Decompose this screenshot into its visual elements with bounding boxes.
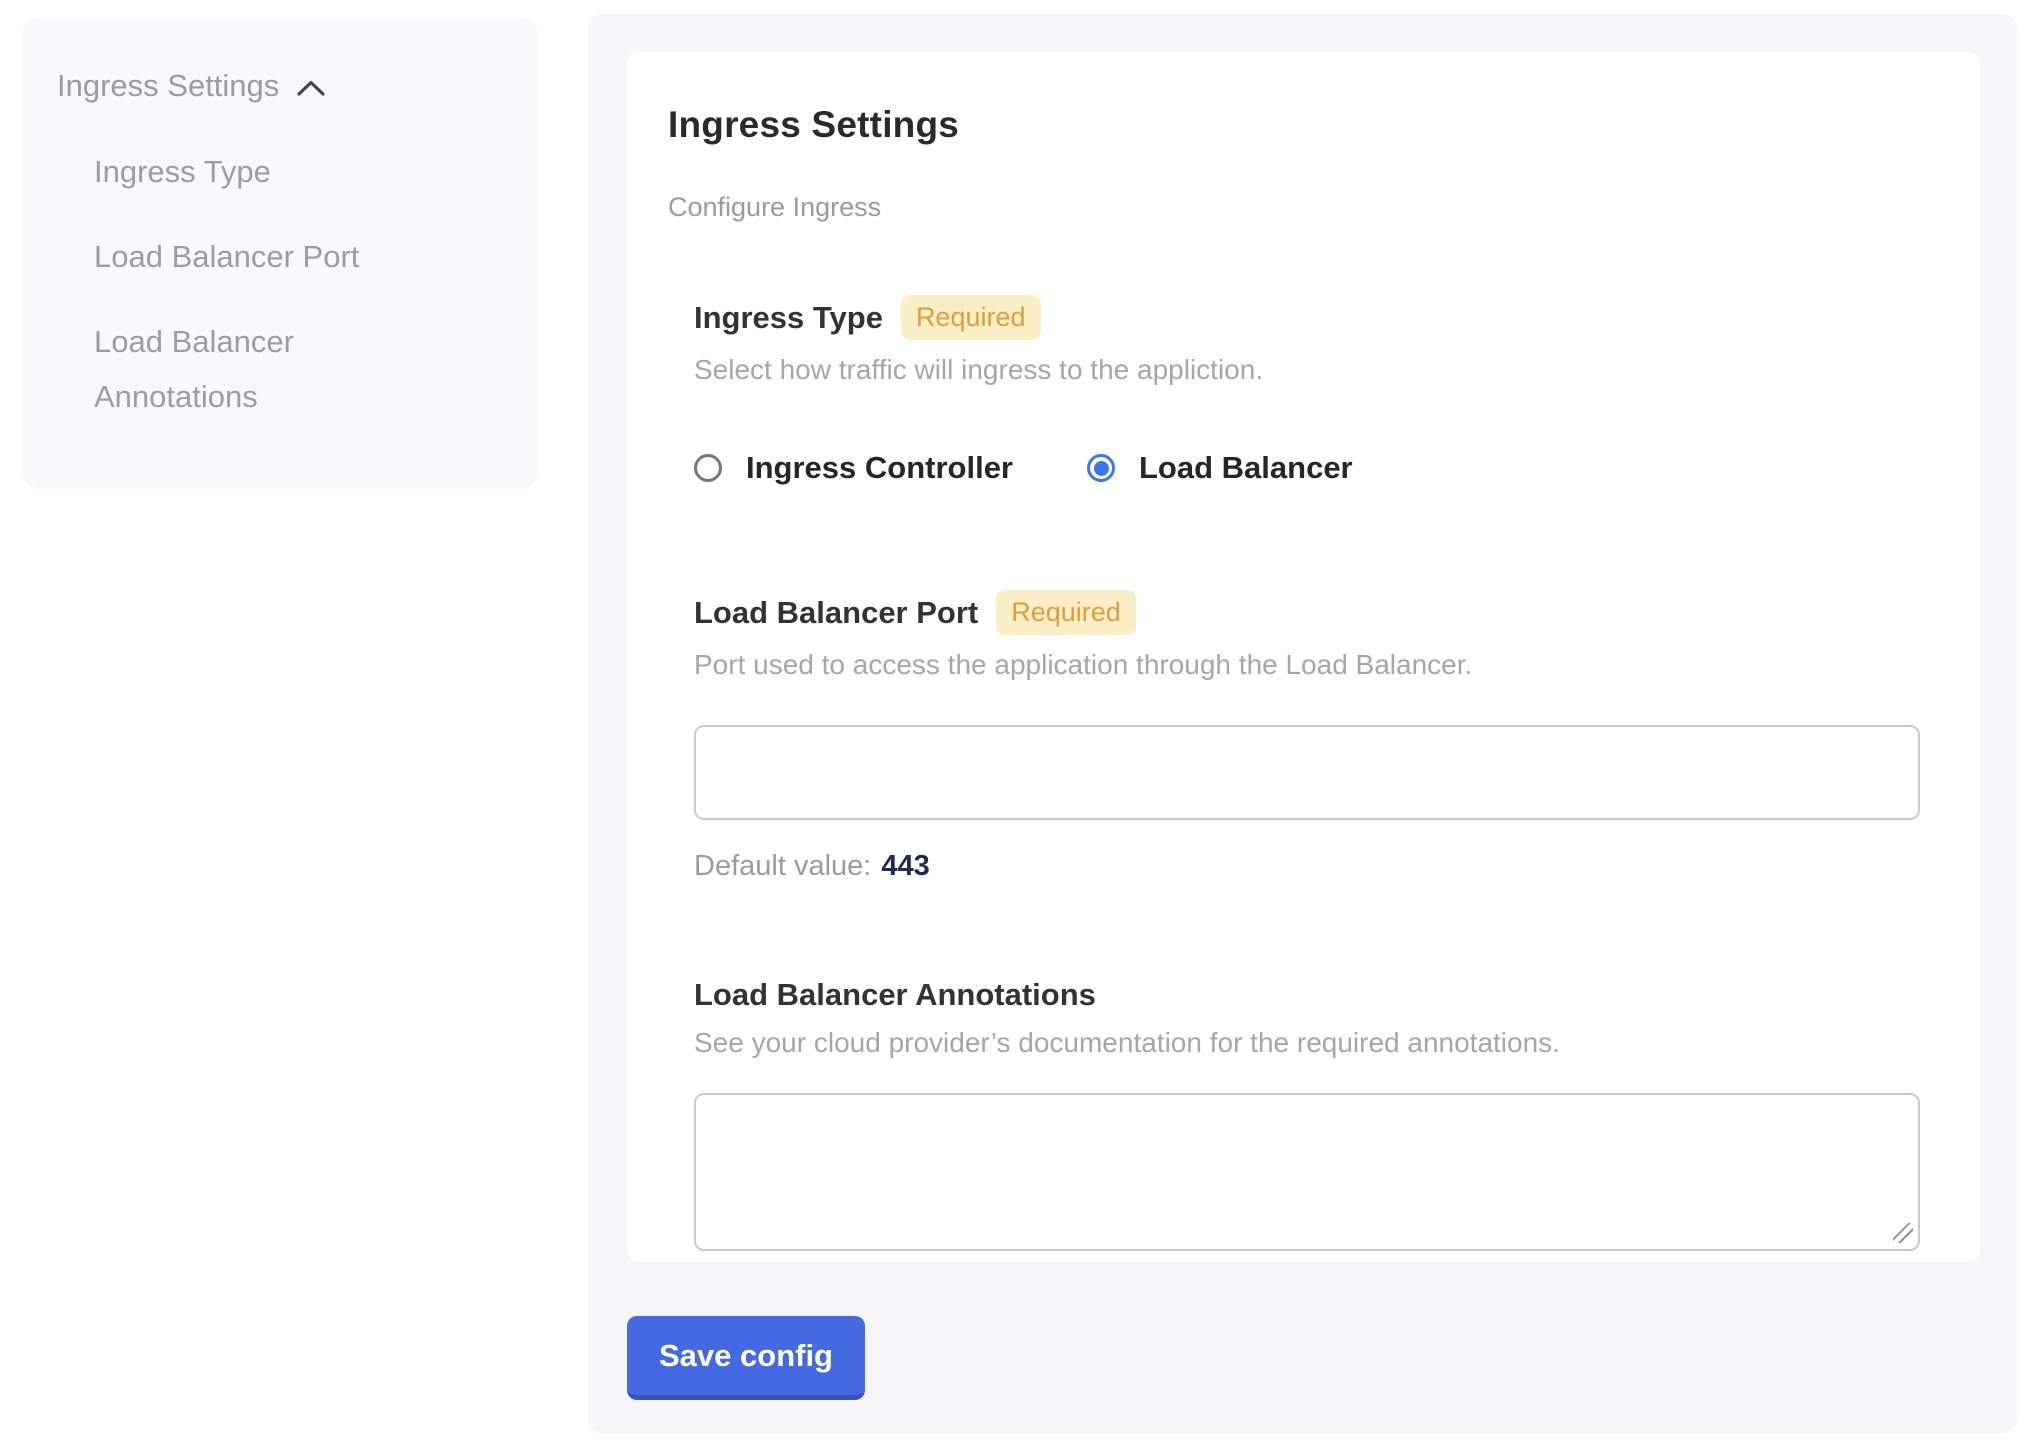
annotations-textarea-wrap — [694, 1093, 1920, 1251]
radio-icon[interactable] — [694, 454, 722, 482]
load-balancer-annotations-label: Load Balancer Annotations — [694, 977, 1096, 1013]
load-balancer-annotations-textarea[interactable] — [694, 1093, 1920, 1251]
radio-icon[interactable] — [1087, 454, 1115, 482]
page-title: Ingress Settings — [668, 104, 1914, 146]
default-value: 443 — [881, 850, 929, 882]
ingress-type-description: Select how traffic will ingress to the a… — [694, 354, 1920, 386]
sidebar-item-load-balancer-annotations[interactable]: Load Balancer Annotations — [94, 314, 416, 424]
radio-label: Load Balancer — [1139, 450, 1353, 486]
form-sections: Ingress Type Required Select how traffic… — [694, 295, 1920, 1251]
load-balancer-port-input[interactable] — [694, 725, 1920, 820]
chevron-up-icon[interactable] — [295, 78, 327, 98]
radio-option-load-balancer[interactable]: Load Balancer — [1087, 450, 1353, 486]
settings-nav-sidebar: Ingress Settings Ingress Type Load Balan… — [22, 18, 538, 488]
section-load-balancer-port: Load Balancer Port Required Port used to… — [694, 590, 1920, 883]
load-balancer-port-label: Load Balancer Port — [694, 595, 978, 631]
section-load-balancer-annotations: Load Balancer Annotations See your cloud… — [694, 977, 1920, 1251]
page-subtitle: Configure Ingress — [668, 192, 1914, 223]
ingress-type-radio-group: Ingress Controller Load Balancer — [694, 450, 1920, 486]
page: { "colors": { "accent": "#3b76f2", "butt… — [0, 0, 2036, 1452]
sidebar-section-toggle[interactable]: Ingress Settings — [57, 68, 498, 104]
radio-option-ingress-controller[interactable]: Ingress Controller — [694, 450, 1013, 486]
ingress-type-label: Ingress Type — [694, 300, 883, 336]
ingress-settings-card: Ingress Settings Configure Ingress Ingre… — [627, 52, 1980, 1262]
radio-label: Ingress Controller — [746, 450, 1013, 486]
required-badge: Required — [996, 590, 1136, 635]
sidebar-item-ingress-type[interactable]: Ingress Type — [94, 144, 416, 199]
save-config-button[interactable]: Save config — [627, 1316, 865, 1400]
section-ingress-type: Ingress Type Required Select how traffic… — [694, 295, 1920, 486]
sidebar-item-list: Ingress Type Load Balancer Port Load Bal… — [94, 144, 498, 424]
load-balancer-annotations-description: See your cloud provider’s documentation … — [694, 1027, 1920, 1059]
default-value-label: Default value: — [694, 850, 871, 882]
default-value-row: Default value: 443 — [694, 850, 1920, 883]
sidebar-item-load-balancer-port[interactable]: Load Balancer Port — [94, 229, 416, 284]
required-badge: Required — [901, 295, 1041, 340]
load-balancer-port-description: Port used to access the application thro… — [694, 649, 1920, 681]
sidebar-section-title: Ingress Settings — [57, 68, 279, 104]
ingress-settings-panel: Ingress Settings Configure Ingress Ingre… — [588, 14, 2017, 1433]
